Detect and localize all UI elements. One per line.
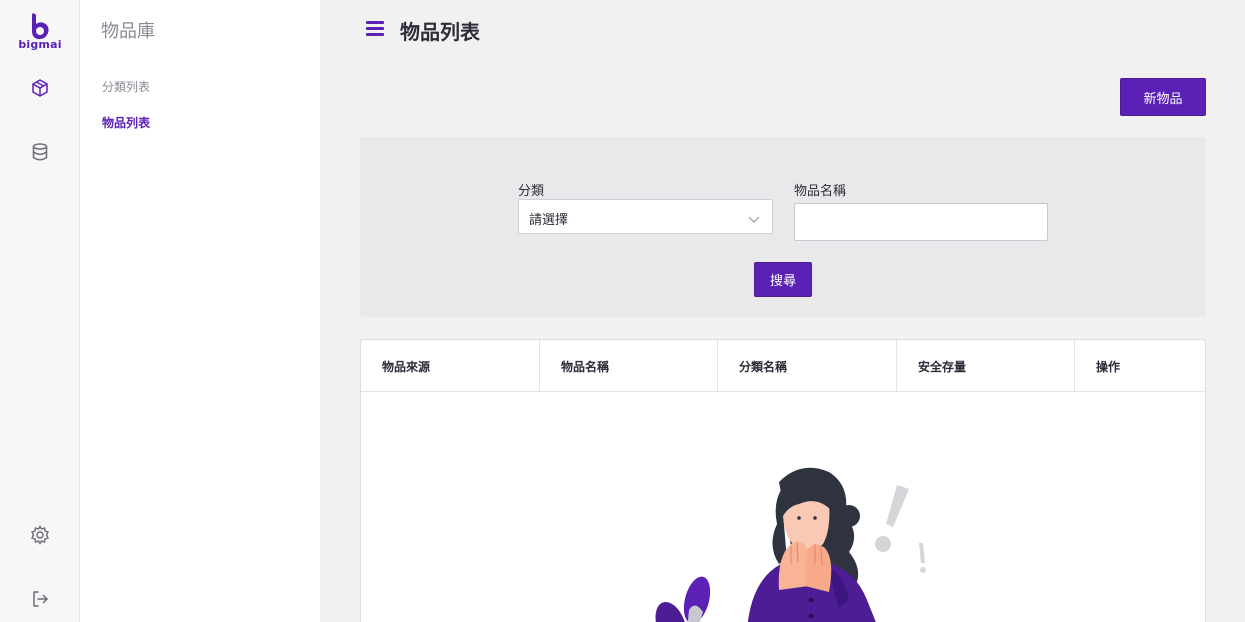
column-header-item-name[interactable]: 物品名稱 — [540, 340, 718, 392]
sidebar-item-item-list[interactable]: 物品列表 — [102, 114, 150, 131]
item-name-label: 物品名稱 — [794, 184, 847, 199]
column-header-category-name[interactable]: 分類名稱 — [718, 340, 897, 392]
search-button[interactable]: 搜尋 — [754, 262, 812, 297]
category-label: 分類 — [518, 184, 545, 199]
sidebar: 物品庫 分類列表 物品列表 — [80, 0, 320, 622]
cube-icon[interactable] — [29, 77, 51, 99]
column-header-actions[interactable]: 操作 — [1075, 340, 1205, 392]
column-header-source[interactable]: 物品來源 — [361, 340, 540, 392]
items-table: 物品來源 物品名稱 分類名稱 安全存量 操作 — [360, 339, 1206, 622]
page-title: 物品列表 — [400, 20, 480, 44]
brand-name: bigmai — [18, 38, 62, 51]
new-item-button[interactable]: 新物品 — [1120, 78, 1206, 116]
filter-panel: 分類 請選擇 物品名稱 搜尋 — [360, 137, 1206, 317]
logout-icon[interactable] — [29, 588, 51, 610]
chevron-down-icon — [748, 210, 760, 223]
main-content: 物品列表 新物品 分類 請選擇 物品名稱 搜尋 物品來源 物品名稱 分類名稱 安… — [320, 0, 1245, 622]
sidebar-item-category-list[interactable]: 分類列表 — [102, 78, 150, 95]
gear-icon[interactable] — [29, 524, 51, 546]
database-icon[interactable] — [29, 141, 51, 163]
sidebar-title: 物品庫 — [101, 21, 155, 42]
column-header-safety-stock[interactable]: 安全存量 — [897, 340, 1075, 392]
category-select-value: 請選擇 — [529, 213, 569, 228]
item-name-input[interactable] — [794, 203, 1048, 241]
hamburger-icon[interactable] — [366, 21, 384, 37]
table-header: 物品來源 物品名稱 分類名稱 安全存量 操作 — [361, 340, 1205, 392]
category-select[interactable]: 請選擇 — [518, 199, 773, 234]
icon-rail: bigmai — [0, 0, 80, 622]
empty-state-illustration — [631, 460, 931, 622]
